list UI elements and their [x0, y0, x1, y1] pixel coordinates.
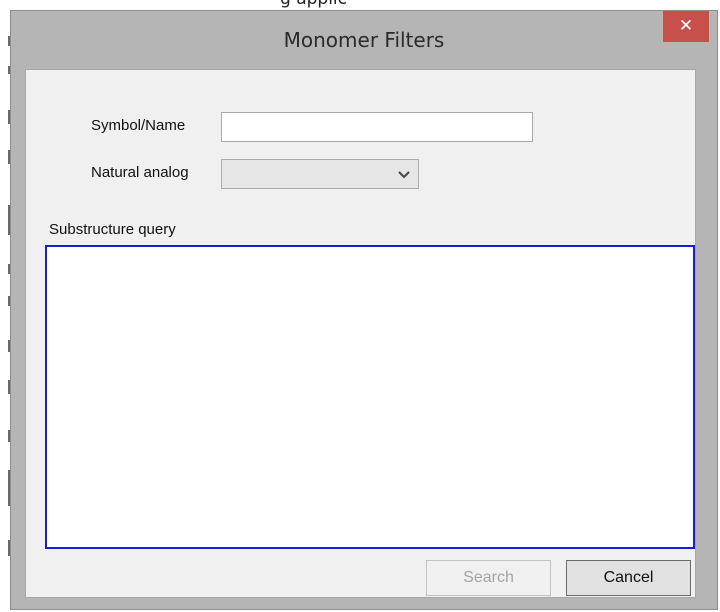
background-title-fragment: g applic: [280, 0, 347, 9]
dialog-content: Symbol/Name Natural analog Substructure …: [25, 69, 696, 598]
close-button[interactable]: ✕: [663, 11, 709, 42]
symbol-name-input[interactable]: [221, 112, 533, 142]
background-window-text: g applic: [0, 0, 720, 10]
symbol-name-label: Symbol/Name: [91, 117, 186, 134]
substructure-query-label: Substructure query: [49, 221, 176, 238]
natural-analog-label: Natural analog: [91, 164, 189, 181]
cancel-button[interactable]: Cancel: [566, 560, 691, 596]
chevron-down-icon: [398, 171, 410, 179]
substructure-query-editor[interactable]: [45, 245, 695, 549]
close-icon: ✕: [678, 16, 694, 36]
monomer-filters-dialog: Monomer Filters ✕ Symbol/Name Natural an…: [10, 10, 718, 610]
natural-analog-select[interactable]: [221, 159, 419, 189]
search-button[interactable]: Search: [426, 560, 551, 596]
title-bar[interactable]: Monomer Filters ✕: [11, 11, 717, 71]
dialog-title: Monomer Filters: [283, 28, 445, 52]
